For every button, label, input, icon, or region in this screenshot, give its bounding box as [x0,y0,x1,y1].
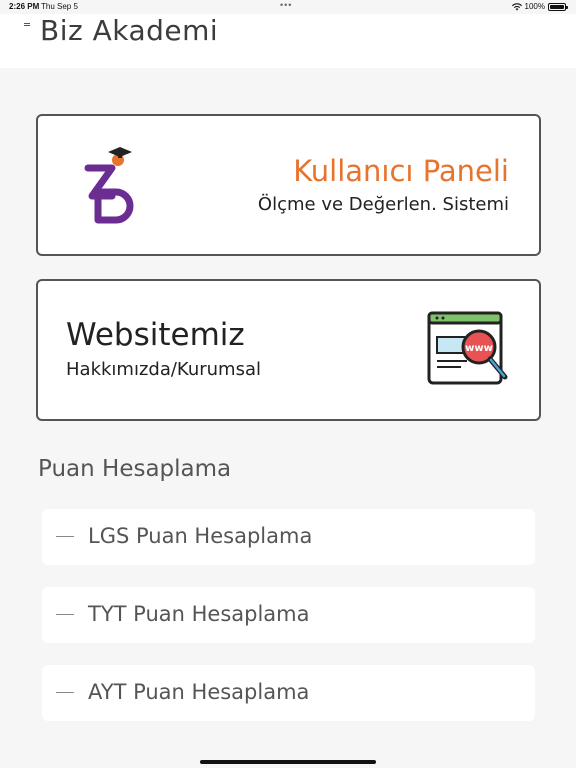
www-search-icon: www [427,311,508,385]
home-indicator[interactable] [200,760,376,764]
website-card[interactable]: Websitemiz Hakkımızda/Kurumsal www [36,279,541,421]
status-bar: 2:26 PM Thu Sep 5 ••• 100% [0,0,576,14]
wifi-icon [511,2,522,10]
status-right: 100% [511,2,568,11]
list-item-label: LGS Puan Hesaplama [88,524,313,548]
battery-icon [548,2,568,11]
biz-logo [84,147,134,224]
battery-percent: 100% [524,2,545,11]
list-item-ayt[interactable]: AYT Puan Hesaplama [42,665,535,721]
page-title: Biz Akademi [40,14,219,47]
section-title: Puan Hesaplama [38,456,232,482]
user-panel-card[interactable]: Kullanıcı Paneli Ölçme ve Değerlen. Sist… [36,114,541,256]
dash-icon [56,614,74,615]
status-date: Thu Sep 5 [41,2,78,11]
list-item-lgs[interactable]: LGS Puan Hesaplama [42,509,535,565]
user-panel-title: Kullanıcı Paneli [293,154,509,188]
menu-icon[interactable] [22,22,32,32]
dash-icon [56,692,74,693]
app-header: Biz Akademi [0,14,576,68]
website-subtitle: Hakkımızda/Kurumsal [66,359,261,380]
dash-icon [56,536,74,537]
list-item-label: AYT Puan Hesaplama [88,680,310,704]
multitasking-dots-icon[interactable]: ••• [280,0,292,10]
list-item-label: TYT Puan Hesaplama [88,602,310,626]
website-title: Websitemiz [66,317,245,353]
list-item-tyt[interactable]: TYT Puan Hesaplama [42,587,535,643]
status-time: 2:26 PM [9,2,40,11]
user-panel-subtitle: Ölçme ve Değerlen. Sistemi [257,194,509,215]
svg-text:www: www [465,343,493,354]
